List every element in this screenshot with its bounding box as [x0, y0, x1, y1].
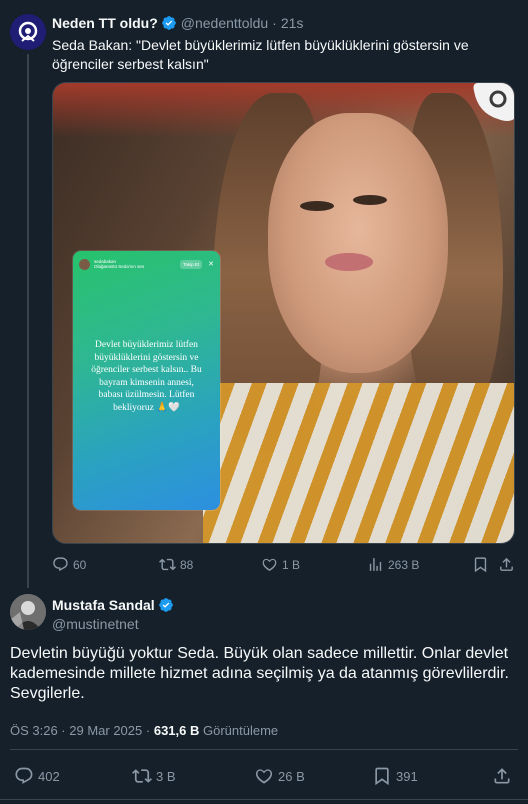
story-avatar — [79, 258, 90, 270]
verified-badge-icon — [158, 598, 173, 612]
bookmark-button[interactable] — [472, 556, 493, 573]
quoted-tweet-text: Seda Bakan: "Devlet büyüklerimiz lütfen … — [52, 37, 469, 72]
like-count: 26 B — [278, 768, 305, 784]
reply-count: 402 — [38, 768, 60, 784]
instagram-story-screenshot: sedabakan Olağanüstü Seda'nın ses Takip … — [73, 251, 220, 510]
bottom-divider — [0, 799, 528, 800]
photo-lips — [325, 253, 373, 271]
watermark-logo-icon — [473, 83, 514, 121]
quoted-author-handle[interactable]: @nedenttoldu — [181, 15, 268, 31]
quoted-time[interactable]: 21s — [281, 15, 304, 31]
main-author-name[interactable]: Mustafa Sandal — [52, 597, 155, 613]
tweet-timestamp[interactable]: ÖS 3:26 · 29 Mar 2025 — [10, 723, 142, 738]
share-button[interactable] — [498, 556, 519, 573]
reply-button[interactable]: 402 — [14, 766, 60, 786]
tweet-media-image[interactable]: sedabakan Olağanüstü Seda'nın ses Takip … — [52, 82, 515, 544]
quoted-tweet-header: Neden TT oldu? @nedenttoldu · 21s — [52, 15, 303, 31]
quoted-author-name[interactable]: Neden TT oldu? — [52, 15, 158, 31]
story-header: sedabakan Olağanüstü Seda'nın ses Takip … — [79, 257, 214, 271]
photo-striped-shirt — [203, 383, 514, 543]
reply-icon — [53, 557, 68, 572]
thread-connector-line — [27, 54, 29, 588]
views-count: 263 B — [388, 557, 420, 572]
nedenttoldu-avatar[interactable] — [10, 14, 46, 50]
retweet-count: 3 B — [156, 768, 176, 784]
like-button[interactable]: 1 B — [261, 556, 300, 573]
retweet-button[interactable]: 88 — [159, 556, 193, 573]
retweet-button[interactable]: 3 B — [132, 766, 176, 786]
views-total: 631,6 B — [153, 723, 200, 738]
share-icon — [500, 557, 513, 571]
reply-button[interactable]: 60 — [52, 556, 86, 573]
tweet-meta: ÖS 3:26 · 29 Mar 2025 · 631,6 B Görüntül… — [10, 723, 278, 738]
avatar-photo — [10, 594, 46, 630]
retweet-count: 88 — [180, 557, 194, 572]
retweet-icon — [132, 769, 152, 783]
reply-count: 60 — [73, 557, 87, 572]
like-button[interactable]: 26 B — [254, 766, 305, 786]
nedenttoldu-logo-icon — [10, 14, 46, 50]
like-count: 1 B — [282, 557, 301, 572]
header-separator: · — [272, 15, 277, 31]
like-icon — [262, 558, 277, 572]
bookmark-button[interactable]: 391 — [372, 766, 418, 786]
views-icon — [369, 558, 382, 571]
main-tweet-text: Devletin büyüğü yoktur Seda. Büyük olan … — [10, 645, 509, 702]
photo-eye-right — [353, 195, 387, 205]
story-follow-button: Takip Et — [180, 259, 203, 269]
verified-badge-icon — [161, 16, 176, 30]
main-tweet-header: Mustafa Sandal — [52, 597, 174, 613]
mustafa-sandal-avatar[interactable] — [10, 594, 46, 630]
bookmark-icon — [474, 557, 487, 573]
photo-eye-left — [300, 201, 334, 211]
retweet-icon — [159, 558, 176, 571]
reply-icon — [15, 767, 33, 784]
bookmark-icon — [375, 767, 389, 786]
quoted-action-bar: 60 88 1 B 263 B — [52, 556, 515, 574]
meta-separator: · — [145, 723, 151, 738]
story-message: Devlet büyüklerimiz lütfen büyüklüklerin… — [91, 340, 202, 413]
views-button[interactable]: 263 B — [367, 556, 419, 573]
main-author-handle[interactable]: @mustinetnet — [52, 616, 139, 632]
like-icon — [255, 769, 273, 784]
divider — [10, 749, 518, 750]
share-button[interactable] — [492, 766, 516, 786]
story-close-icon: ✕ — [208, 261, 214, 268]
story-subline: Olağanüstü Seda'nın ses — [94, 264, 145, 269]
bookmark-count: 391 — [396, 768, 418, 784]
views-label: Görüntüleme — [203, 723, 279, 738]
photo-face — [268, 113, 448, 373]
share-icon — [494, 768, 510, 784]
main-action-bar: 402 3 B 26 B 391 — [10, 766, 515, 786]
